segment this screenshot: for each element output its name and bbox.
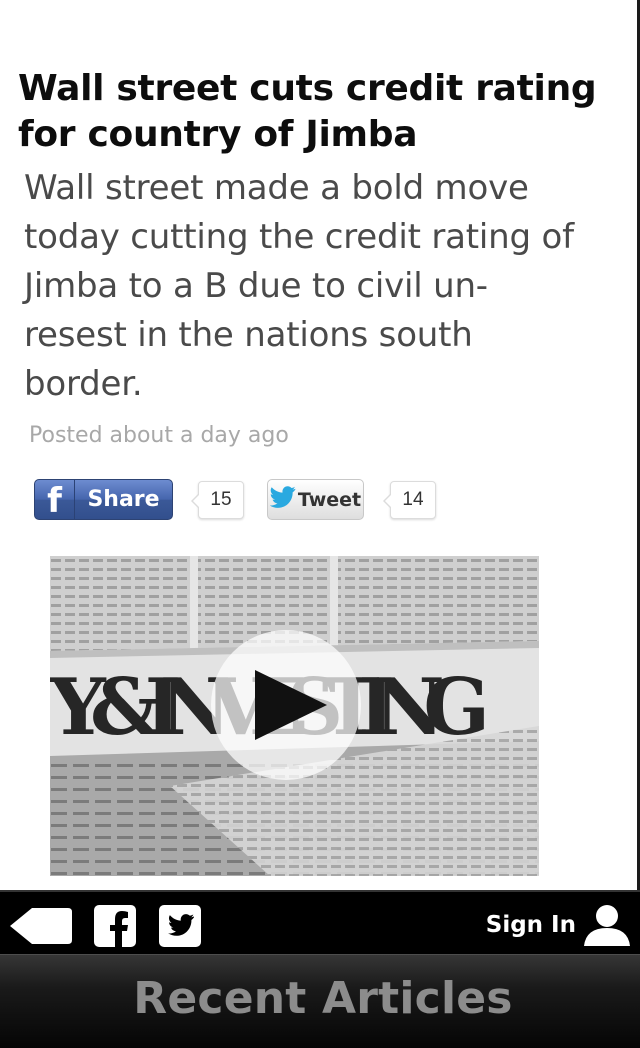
recent-articles-bar[interactable]: Recent Articles [0, 954, 640, 1048]
posted-timestamp: Posted about a day ago [29, 423, 289, 448]
tweet-count: 14 [383, 481, 436, 519]
tweet-button[interactable]: Tweet [267, 479, 364, 520]
facebook-share-button[interactable]: f Share [34, 479, 173, 520]
back-icon[interactable] [10, 906, 72, 951]
tweet-label: Tweet [297, 488, 362, 511]
facebook-icon[interactable] [94, 905, 136, 952]
sign-in-button[interactable]: Sign In [486, 912, 576, 938]
video-play-button[interactable] [211, 630, 361, 780]
facebook-share-label: Share [87, 487, 160, 512]
facebook-f-icon: f [35, 480, 75, 519]
article-summary: Wall street made a bold move today cutti… [24, 168, 574, 404]
twitter-icon[interactable] [159, 905, 201, 952]
bottom-toolbar: Sign In [0, 890, 640, 954]
twitter-bird-icon [269, 486, 296, 513]
play-icon [255, 670, 327, 740]
article-headline: Wall street cuts credit rating for count… [18, 68, 597, 155]
user-icon[interactable] [584, 904, 630, 951]
facebook-share-count: 15 [191, 481, 244, 519]
recent-articles-title: Recent Articles [133, 973, 513, 1024]
